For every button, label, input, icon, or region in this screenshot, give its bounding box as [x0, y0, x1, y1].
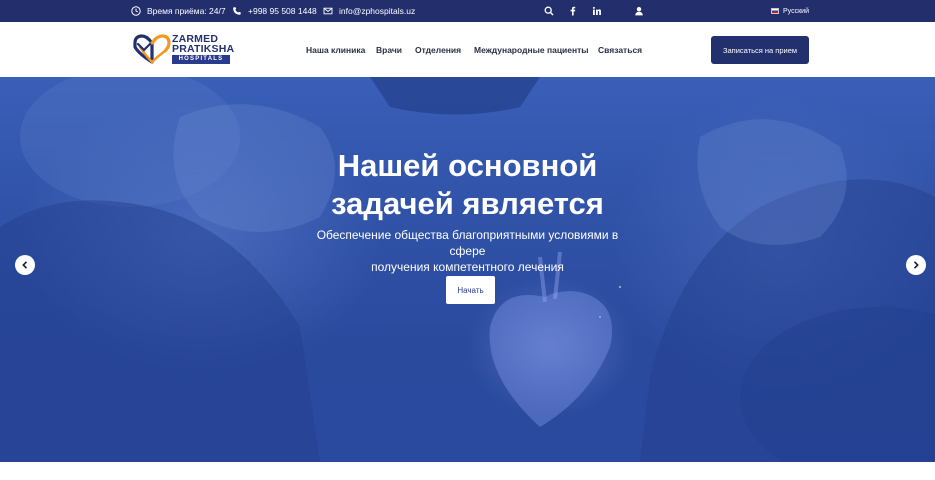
book-appointment-button[interactable]: Записаться на прием [711, 36, 809, 64]
nav-item-departments[interactable]: Отделения [415, 22, 461, 77]
phone-text[interactable]: +998 95 508 1448 [248, 6, 317, 16]
logo-heart-icon [133, 34, 171, 64]
page: Время приёма: 24/7 +998 95 508 1448 info… [0, 0, 935, 480]
linkedin-link[interactable] [592, 0, 602, 22]
facebook-link[interactable] [568, 0, 578, 22]
search-icon [544, 6, 554, 16]
slider-next-button[interactable] [906, 255, 926, 275]
phone-icon [232, 6, 242, 16]
search-button[interactable] [544, 0, 554, 22]
hero-subtitle-line-2: получения компетентного лечения [371, 260, 564, 274]
main-header: ZARMED PRATIKSHA HOSPITALS Наша клиника … [0, 22, 935, 77]
user-icon [634, 6, 644, 16]
envelope-icon [323, 6, 333, 16]
hero-slider: Нашей основной задачей является Обеспече… [0, 77, 935, 462]
logo-text-pratiksha: PRATIKSHA [172, 43, 235, 55]
phone-contact[interactable]: +998 95 508 1448 [232, 0, 317, 22]
hero-subtitle: Обеспечение общества благоприятными усло… [300, 227, 635, 275]
linkedin-icon [592, 6, 602, 16]
site-logo[interactable]: ZARMED PRATIKSHA HOSPITALS [132, 32, 235, 66]
language-label: Русский [783, 7, 809, 15]
working-hours: Время приёма: 24/7 [131, 0, 226, 22]
email-contact[interactable]: info@zphospitals.uz [323, 0, 415, 22]
hero-title: Нашей основной задачей является [0, 147, 935, 223]
slider-prev-button[interactable] [15, 255, 35, 275]
russian-flag-icon [771, 8, 780, 14]
chevron-left-icon [22, 261, 28, 269]
logo-text-hospitals: HOSPITALS [172, 55, 230, 64]
hero-start-button[interactable]: Начать [446, 276, 495, 304]
top-bar: Время приёма: 24/7 +998 95 508 1448 info… [0, 0, 935, 22]
clock-icon [131, 6, 141, 16]
hero-title-line-2: задачей является [331, 186, 604, 221]
hero-subtitle-line-1: Обеспечение общества благоприятными усло… [316, 228, 619, 258]
page-bottom-strip [0, 462, 935, 480]
working-hours-text: Время приёма: 24/7 [147, 6, 226, 16]
nav-item-international-patients[interactable]: Международные пациенты [474, 22, 589, 77]
facebook-icon [568, 6, 578, 16]
hero-title-line-1: Нашей основной [337, 148, 598, 183]
chevron-right-icon [913, 261, 919, 269]
email-text[interactable]: info@zphospitals.uz [339, 6, 415, 16]
nav-item-contact[interactable]: Связаться [598, 22, 642, 77]
nav-item-clinic[interactable]: Наша клиника [306, 22, 365, 77]
user-account-button[interactable] [634, 0, 644, 22]
language-selector[interactable]: Русский [771, 0, 809, 22]
nav-item-doctors[interactable]: Врачи [376, 22, 402, 77]
